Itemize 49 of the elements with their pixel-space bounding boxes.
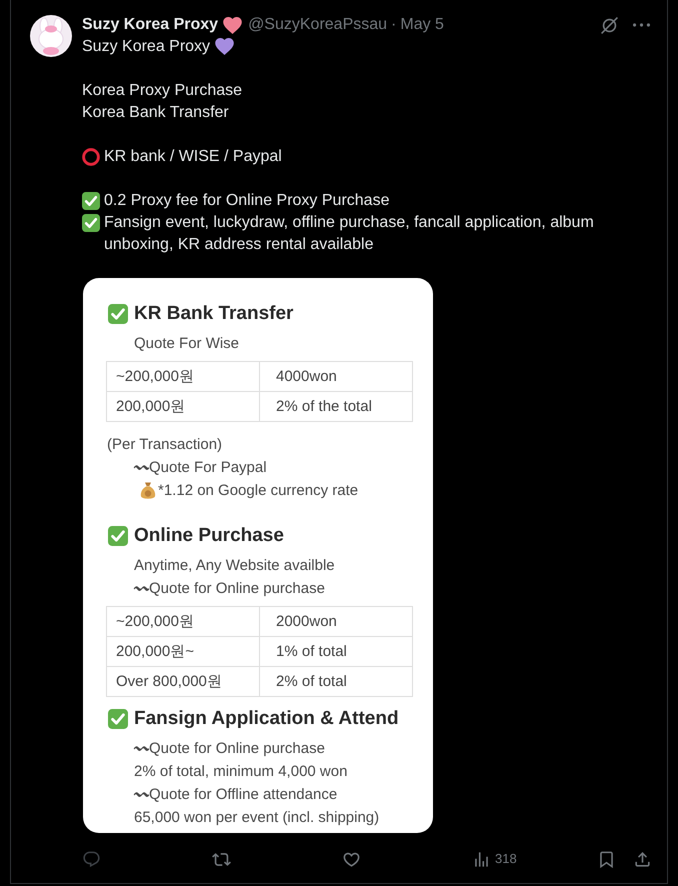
table-cell: 1% of total — [260, 636, 412, 666]
display-name[interactable]: Suzy Korea Proxy — [82, 14, 218, 36]
post-text: Suzy Korea Proxy — [82, 37, 210, 57]
ring-icon — [82, 148, 100, 166]
post-text: 0.2 Proxy fee for Online Proxy Purchase — [104, 191, 390, 211]
section-heading: KR Bank Transfer — [134, 302, 294, 326]
check-icon — [82, 192, 100, 210]
table-cell: 4000won — [260, 362, 412, 392]
views-icon[interactable] — [472, 850, 491, 868]
section-heading: Fansign Application & Attend — [134, 707, 399, 731]
post-date[interactable]: May 5 — [400, 14, 444, 36]
note-text: 〰Quote for Online purchase — [134, 739, 325, 759]
table-cell: ~200,000원 — [106, 606, 260, 636]
check-icon — [82, 214, 100, 232]
table-cell: ~200,000원 — [106, 362, 260, 392]
note-text: 〰Quote for Online purchase — [134, 579, 325, 599]
table-cell: 2% of the total — [260, 392, 412, 422]
table-cell: Over 800,000원 — [106, 666, 260, 696]
table-cell: 200,000원~ — [106, 636, 260, 666]
table-cell: 200,000원 — [106, 392, 260, 422]
check-icon — [108, 709, 128, 729]
section-heading: Online Purchase — [134, 524, 284, 548]
table-cell: 2% of total — [260, 666, 412, 696]
note-text: 〰Quote for Offline attendance — [134, 785, 338, 805]
check-icon — [108, 526, 128, 546]
separator-dot: · — [391, 15, 396, 35]
heart-icon — [215, 38, 234, 55]
share-icon[interactable] — [633, 850, 652, 868]
note-text: (Per Transaction) — [107, 435, 222, 455]
table-cell: 2000won — [260, 606, 412, 636]
slashed-circle-icon[interactable] — [600, 16, 619, 34]
profile-avatar[interactable] — [30, 15, 72, 57]
view-count[interactable]: 318 — [495, 848, 517, 870]
bookmark-icon[interactable] — [597, 850, 616, 868]
note-text: Anytime, Any Website availble — [134, 556, 335, 576]
post-text: Korea Bank Transfer — [82, 103, 229, 123]
post-text: KR bank / WISE / Paypal — [104, 147, 282, 167]
note-text: Quote For Wise — [134, 334, 240, 354]
check-icon — [108, 304, 128, 324]
note-text: 65,000 won per event (incl. shipping) — [134, 808, 380, 828]
post-text: Korea Proxy Purchase — [82, 81, 242, 101]
note-text: 〰Quote For Paypal — [134, 458, 267, 478]
user-handle[interactable]: @SuzyKoreaPssau — [248, 14, 388, 36]
post-text: Fansign event, luckydraw, offline purchase, fancall application, album unboxing, KR address rental available — [104, 213, 595, 255]
heart-icon — [223, 16, 242, 34]
note-text: *1.12 on Google currency rate — [158, 481, 358, 501]
money-bag-icon — [140, 482, 156, 500]
note-text: 2% of total, minimum 4,000 won — [134, 762, 348, 782]
more-icon[interactable] — [633, 23, 650, 27]
